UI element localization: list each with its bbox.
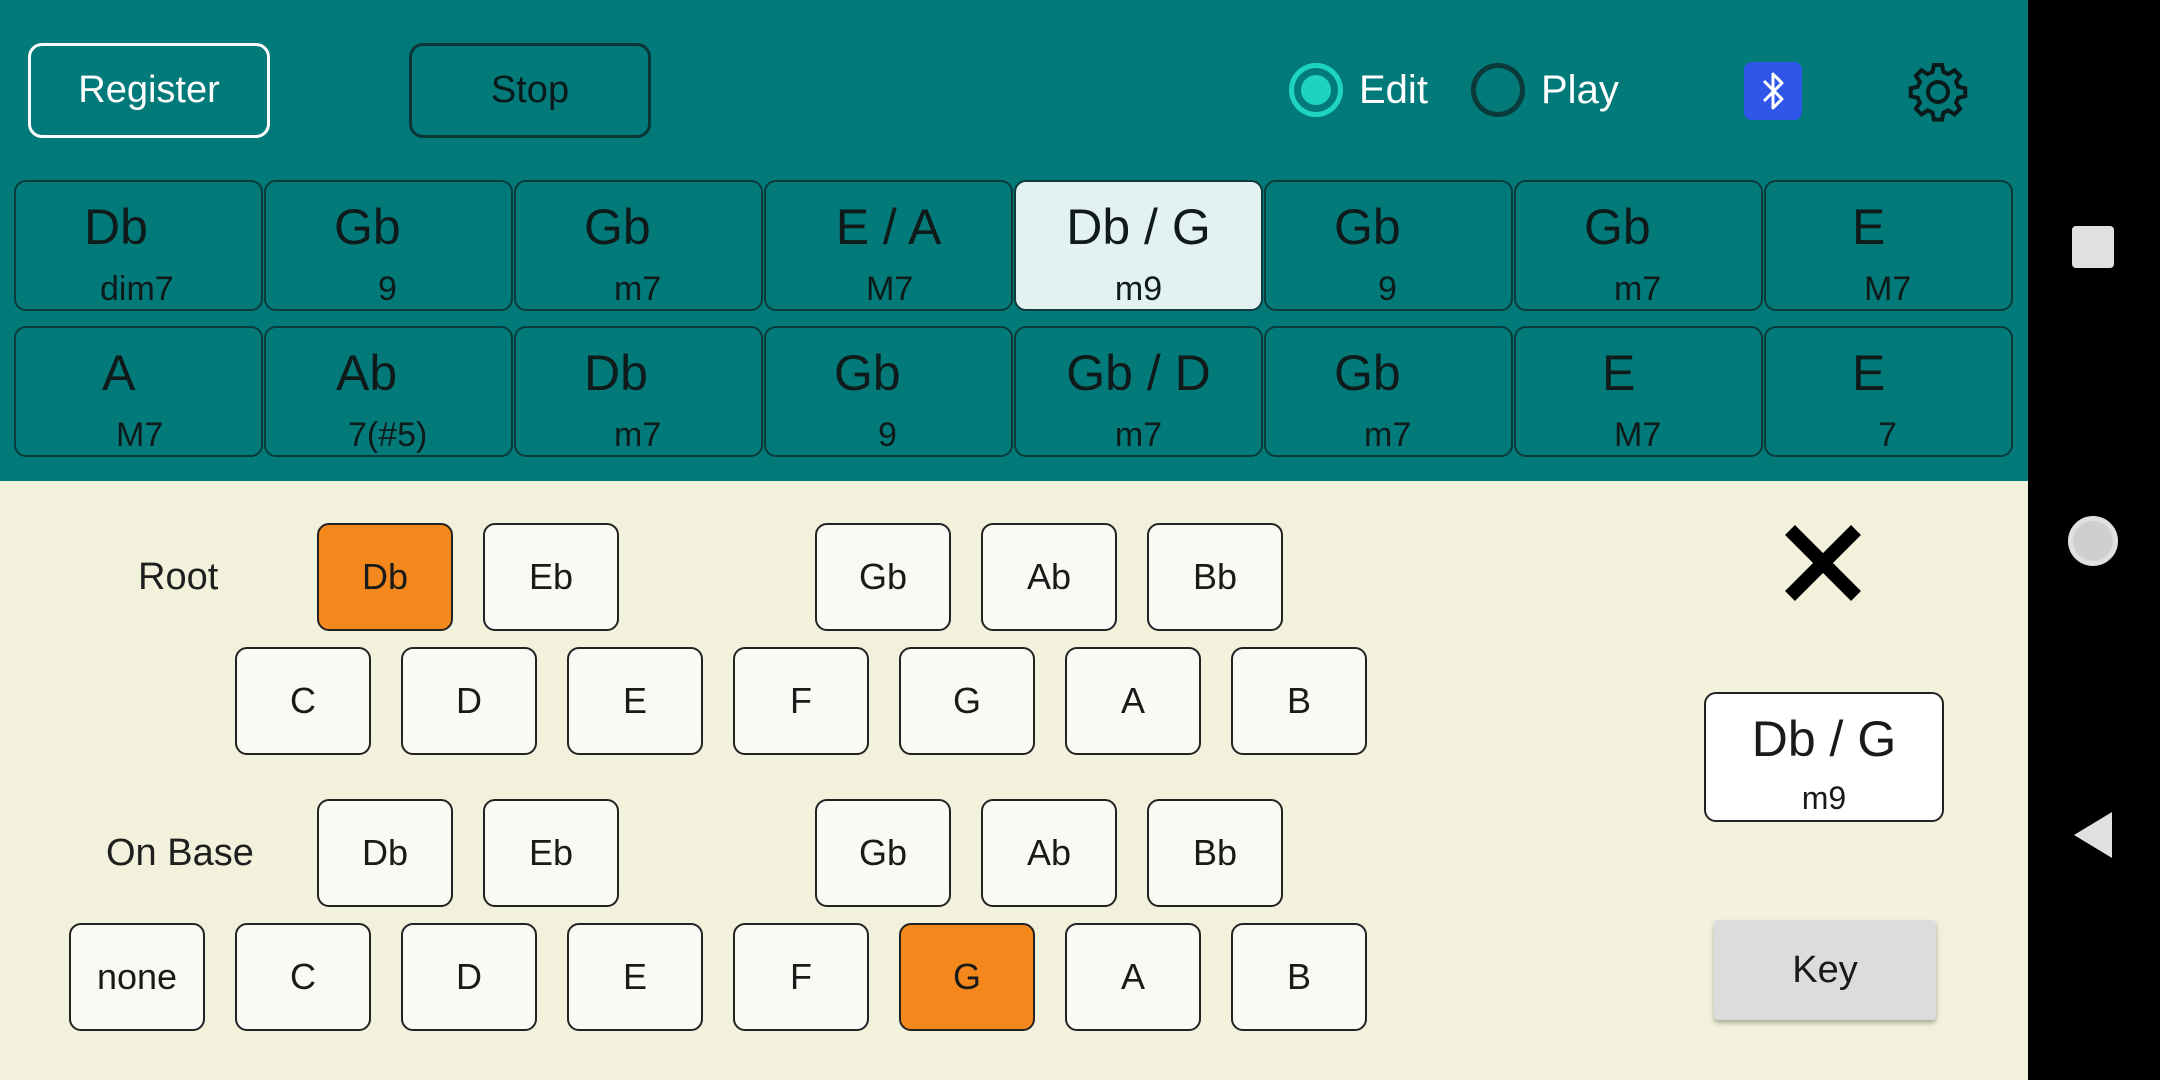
root-key-a[interactable]: A: [1065, 647, 1201, 755]
chord-quality: m7: [1614, 270, 1662, 308]
chord-quality: m7: [1364, 416, 1412, 454]
chord-cell-selected[interactable]: Db / G m9: [1014, 180, 1263, 311]
base-key-d[interactable]: D: [401, 923, 537, 1031]
base-key-g[interactable]: G: [899, 923, 1035, 1031]
root-key-ab[interactable]: Ab: [981, 523, 1117, 631]
chord-cell[interactable]: Ab 7(#5): [264, 326, 513, 457]
chord-cell[interactable]: E M7: [1514, 326, 1763, 457]
chord-root: Db / G: [1066, 199, 1211, 255]
stop-button[interactable]: Stop: [409, 43, 651, 138]
chord-root: Db: [584, 345, 648, 401]
top-bar: Register Stop Edit Play Db dim7 Gb 9 Gb …: [0, 0, 2028, 481]
chord-quality: M7: [866, 270, 914, 308]
root-key-bb[interactable]: Bb: [1147, 523, 1283, 631]
base-key-e[interactable]: E: [567, 923, 703, 1031]
chord-quality: m7: [614, 270, 662, 308]
chord-root: Db: [84, 199, 148, 255]
root-key-c[interactable]: C: [235, 647, 371, 755]
chord-cell[interactable]: Gb 9: [764, 326, 1013, 457]
mode-edit-label: Edit: [1359, 67, 1428, 112]
chord-root: Gb: [1334, 345, 1401, 401]
root-key-eb[interactable]: Eb: [483, 523, 619, 631]
chord-cell[interactable]: A M7: [14, 326, 263, 457]
chord-cell[interactable]: Gb m7: [514, 180, 763, 311]
chord-quality: m7: [614, 416, 662, 454]
chord-root: E: [1852, 345, 1886, 401]
chord-root: E / A: [835, 199, 942, 255]
chord-cell[interactable]: E 7: [1764, 326, 2013, 457]
chord-quality: M7: [116, 416, 164, 454]
mode-play-radio[interactable]: Play: [1471, 63, 1619, 117]
chord-root: Gb: [834, 345, 901, 401]
chord-root: E: [1852, 199, 1886, 255]
radio-selected-icon: [1289, 63, 1343, 117]
chord-quality: 9: [378, 270, 397, 308]
current-chord-display: Db / G m9: [1704, 692, 1944, 822]
root-key-d[interactable]: D: [401, 647, 537, 755]
root-key-e[interactable]: E: [567, 647, 703, 755]
triangle-back-icon[interactable]: [2070, 810, 2116, 860]
chord-quality: m9: [1114, 270, 1163, 308]
root-key-f[interactable]: F: [733, 647, 869, 755]
mode-edit-radio[interactable]: Edit: [1289, 63, 1428, 117]
radio-unselected-icon: [1471, 63, 1525, 117]
square-icon[interactable]: [2072, 226, 2114, 268]
bluetooth-icon: [1762, 72, 1784, 110]
base-key-bb[interactable]: Bb: [1147, 799, 1283, 907]
chord-cell[interactable]: Db m7: [514, 326, 763, 457]
current-chord-root: Db / G: [1751, 711, 1897, 767]
settings-button[interactable]: [1905, 59, 1971, 125]
base-key-c[interactable]: C: [235, 923, 371, 1031]
chord-quality: 9: [1378, 270, 1397, 308]
base-key-b[interactable]: B: [1231, 923, 1367, 1031]
chord-cell[interactable]: Gb 9: [264, 180, 513, 311]
base-key-gb[interactable]: Gb: [815, 799, 951, 907]
chord-quality: 7: [1878, 416, 1897, 454]
base-key-eb[interactable]: Eb: [483, 799, 619, 907]
chord-cell[interactable]: Gb m7: [1264, 326, 1513, 457]
chord-quality: 9: [878, 416, 897, 454]
base-key-ab[interactable]: Ab: [981, 799, 1117, 907]
chord-quality: M7: [1864, 270, 1912, 308]
app-window: Register Stop Edit Play Db dim7 Gb 9 Gb …: [0, 0, 2028, 1080]
chord-root: Gb: [1334, 199, 1401, 255]
bluetooth-button[interactable]: [1744, 62, 1802, 120]
root-key-gb[interactable]: Gb: [815, 523, 951, 631]
chord-cell[interactable]: E / A M7: [764, 180, 1013, 311]
chord-root: Gb: [1584, 199, 1651, 255]
on-base-label: On Base: [106, 832, 254, 874]
register-button[interactable]: Register: [28, 43, 270, 138]
chord-root: Gb: [334, 199, 401, 255]
close-icon: [1785, 525, 1861, 601]
chord-quality: M7: [1614, 416, 1662, 454]
root-key-b[interactable]: B: [1231, 647, 1367, 755]
chord-cell[interactable]: E M7: [1764, 180, 2013, 311]
chord-quality: m7: [1114, 416, 1163, 454]
base-key-f[interactable]: F: [733, 923, 869, 1031]
chord-cell[interactable]: Gb 9: [1264, 180, 1513, 311]
chord-root: E: [1602, 345, 1636, 401]
chord-root: Gb: [584, 199, 651, 255]
root-key-g[interactable]: G: [899, 647, 1035, 755]
base-key-none[interactable]: none: [69, 923, 205, 1031]
base-key-db[interactable]: Db: [317, 799, 453, 907]
chord-root: Gb / D: [1066, 345, 1211, 401]
chord-quality: 7(#5): [348, 416, 428, 454]
root-label: Root: [138, 556, 219, 598]
chord-root: A: [102, 345, 136, 401]
close-button[interactable]: [1780, 520, 1866, 606]
gear-icon: [1908, 63, 1968, 122]
base-key-a[interactable]: A: [1065, 923, 1201, 1031]
root-key-db[interactable]: Db: [317, 523, 453, 631]
mode-play-label: Play: [1541, 67, 1619, 112]
chord-cell[interactable]: Db dim7: [14, 180, 263, 311]
current-chord-quality: m9: [1801, 780, 1847, 816]
circle-icon[interactable]: [2068, 516, 2118, 566]
chord-cell[interactable]: Gb m7: [1514, 180, 1763, 311]
key-button[interactable]: Key: [1714, 920, 1936, 1020]
chord-quality: dim7: [100, 270, 174, 308]
chord-root: Ab: [336, 345, 398, 401]
chord-cell[interactable]: Gb / D m7: [1014, 326, 1263, 457]
